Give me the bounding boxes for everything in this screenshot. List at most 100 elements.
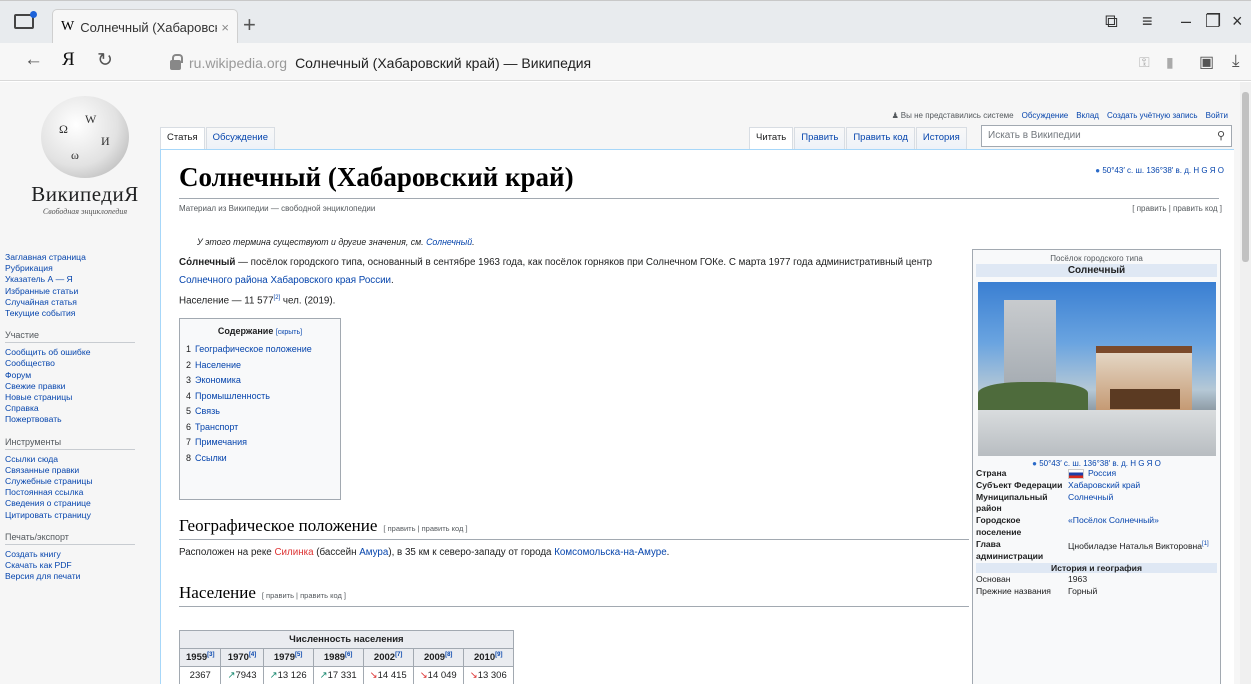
bookmark-icon[interactable]: ▮ [1166, 54, 1174, 71]
toc-item[interactable]: 1 Географическое положение [186, 342, 334, 358]
sidebar-item-categories[interactable]: Рубрикация [5, 263, 155, 274]
toc-item[interactable]: 4 Промышленность [186, 389, 334, 405]
infobox-kind: Посёлок городского типа [1050, 254, 1143, 263]
address-domain: ru.wikipedia.org [189, 55, 288, 71]
year-cell: 2009[8] [412, 647, 464, 668]
sidebar-item-community[interactable]: Сообщество [5, 358, 155, 369]
minimize-icon[interactable]: – [1181, 11, 1191, 32]
tab-edit[interactable]: Править [794, 127, 846, 149]
logo-wordmark: ВикипедиЯ [31, 182, 139, 206]
sidebar-item-print-version[interactable]: Версия для печати [5, 571, 155, 582]
tab-edit-code[interactable]: Править код [846, 127, 915, 149]
menu-icon[interactable]: ≡ [1142, 11, 1153, 32]
tab-read[interactable]: Читать [749, 127, 794, 149]
toc-item[interactable]: 2 Население [186, 358, 334, 374]
value-cell: ↘13 306 [462, 666, 514, 684]
close-window-icon[interactable]: × [1232, 11, 1243, 32]
sidebar-item-create-book[interactable]: Создать книгу [5, 549, 155, 560]
page-scrollbar[interactable] [1240, 82, 1251, 684]
amur-link[interactable]: Амура [359, 547, 388, 558]
komsomolsk-link[interactable]: Комсомольска-на-Амуре [554, 547, 666, 558]
toc-hide-toggle[interactable]: [скрыть] [276, 329, 302, 336]
sidebar-item-permanent-link[interactable]: Постоянная ссылка [5, 487, 155, 498]
sidebar-item-special-pages[interactable]: Служебные страницы [5, 476, 155, 487]
geography-paragraph: Расположен на реке Силинка (бассейн Амур… [179, 547, 670, 558]
sidebar-item-index[interactable]: Указатель А — Я [5, 274, 155, 285]
section-edit-links[interactable]: [ править | править код ] [262, 591, 346, 600]
sidebar-item-new-pages[interactable]: Новые страницы [5, 392, 155, 403]
sidebar-item-report-error[interactable]: Сообщить об ошибке [5, 347, 155, 358]
reload-icon[interactable]: ↻ [97, 49, 113, 72]
namespace-tabs: Статья Обсуждение [160, 127, 276, 149]
page-edit-links[interactable]: [ править | править код ] [1132, 204, 1222, 213]
toc-item[interactable]: 5 Связь [186, 404, 334, 420]
personal-contributions-link[interactable]: Вклад [1076, 111, 1099, 120]
article-content: Солнечный (Хабаровский край) ● 50°43′ с.… [160, 149, 1234, 684]
toc-item[interactable]: 3 Экономика [186, 373, 334, 389]
tab-bar: W Солнечный (Хабаровск × + ⧉ ≡ – ❐ × [0, 0, 1251, 44]
toc-item[interactable]: 6 Транспорт [186, 420, 334, 436]
tabs-overview-icon[interactable] [14, 11, 37, 29]
sidebar-item-recent-changes[interactable]: Свежие правки [5, 381, 155, 392]
close-tab-icon[interactable]: × [221, 20, 229, 35]
sidebar-item-random[interactable]: Случайная статья [5, 297, 155, 308]
infobox: Посёлок городского типа Солнечный ● 50°4… [972, 249, 1221, 684]
sidebar-item-forum[interactable]: Форум [5, 370, 155, 381]
settlement-link[interactable]: «Посёлок Солнечный» [1068, 515, 1159, 525]
toc-item[interactable]: 8 Ссылки [186, 451, 334, 467]
infobox-row: Городское поселение «Посёлок Солнечный» [976, 515, 1159, 537]
intro-district-link[interactable]: Солнечного района Хабаровского края Росс… [179, 275, 391, 286]
reader-mode-icon[interactable]: ▣ [1199, 52, 1214, 72]
hatnote-link[interactable]: Солнечный [426, 237, 472, 247]
subject-link[interactable]: Хабаровский край [1068, 480, 1140, 490]
sidebar-item-featured[interactable]: Избранные статьи [5, 286, 155, 297]
browser-tab[interactable]: W Солнечный (Хабаровск × [52, 9, 238, 44]
infobox-coordinates[interactable]: ● 50°43′ с. ш. 136°38′ в. д. H G Я O [976, 459, 1217, 468]
wikipedia-logo[interactable]: ΩWИω ВикипедиЯ Свободная энциклопедия [10, 82, 160, 222]
title-coordinates[interactable]: ● 50°43′ с. ш. 136°38′ в. д. H G Я O [1095, 166, 1224, 175]
value-cell: 2367 [178, 666, 222, 684]
population-line: Население — 11 577[2] чел. (2019). [179, 295, 335, 306]
search-input[interactable]: Искать в Википедии ⚲ [981, 125, 1232, 147]
country-link[interactable]: Россия [1088, 468, 1116, 478]
sidebar-item-cite[interactable]: Цитировать страницу [5, 510, 155, 521]
tab-talk[interactable]: Обсуждение [205, 127, 275, 149]
key-icon[interactable]: ⚿ [1139, 54, 1150, 71]
toc-item[interactable]: 7 Примечания [186, 435, 334, 451]
sidebar-item-help[interactable]: Справка [5, 403, 155, 414]
create-account-link[interactable]: Создать учётную запись [1107, 111, 1198, 120]
search-icon[interactable]: ⚲ [1217, 129, 1225, 142]
infobox-name: Солнечный [976, 264, 1217, 277]
year-cell: 2002[7] [362, 647, 414, 668]
section-edit-links[interactable]: [ править | править код ] [383, 524, 467, 533]
settlement-photo[interactable] [977, 282, 1216, 456]
sidebar-item-what-links-here[interactable]: Ссылки сюда [5, 454, 155, 465]
sidebar-item-related-changes[interactable]: Связанные правки [5, 465, 155, 476]
restore-window-icon[interactable]: ❐ [1205, 11, 1221, 32]
district-link[interactable]: Солнечный [1068, 492, 1113, 502]
intro-paragraph: Со́лнечный — посёлок городского типа, ос… [179, 257, 933, 286]
sidebar-item-download-pdf[interactable]: Скачать как PDF [5, 560, 155, 571]
location-pin-icon: ● [1032, 459, 1037, 468]
login-link[interactable]: Войти [1206, 111, 1228, 120]
download-icon[interactable]: ⤓ [1232, 51, 1240, 71]
sidebar-item-page-info[interactable]: Сведения о странице [5, 498, 155, 509]
back-icon[interactable]: ← [24, 49, 43, 71]
collections-icon[interactable]: ⧉ [1105, 11, 1118, 32]
sidebar-item-donate[interactable]: Пожертвовать [5, 414, 155, 425]
sidebar-item-current-events[interactable]: Текущие события [5, 308, 155, 319]
new-tab-button[interactable]: + [243, 12, 256, 38]
river-link[interactable]: Силинка [274, 547, 313, 558]
population-table: Численность населения 1959[3] 1970[4] 19… [178, 630, 514, 684]
section-heading-population: Население [ править | править код ] [179, 583, 346, 603]
address-field[interactable]: ru.wikipedia.org Солнечный (Хабаровский … [170, 51, 992, 75]
tab-article[interactable]: Статья [160, 127, 205, 149]
sidebar-item-main-page[interactable]: Заглавная страница [5, 252, 155, 263]
personal-talk-link[interactable]: Обсуждение [1022, 111, 1069, 120]
browser-window: W Солнечный (Хабаровск × + ⧉ ≡ – ❐ × ← Я… [0, 0, 1251, 684]
wikipedia-globe-icon: ΩWИω [41, 96, 129, 178]
scrollbar-thumb[interactable] [1242, 92, 1249, 262]
yandex-logo[interactable]: Я [62, 49, 75, 71]
value-cell: ↗17 331 [312, 666, 364, 684]
tab-history[interactable]: История [915, 127, 967, 149]
